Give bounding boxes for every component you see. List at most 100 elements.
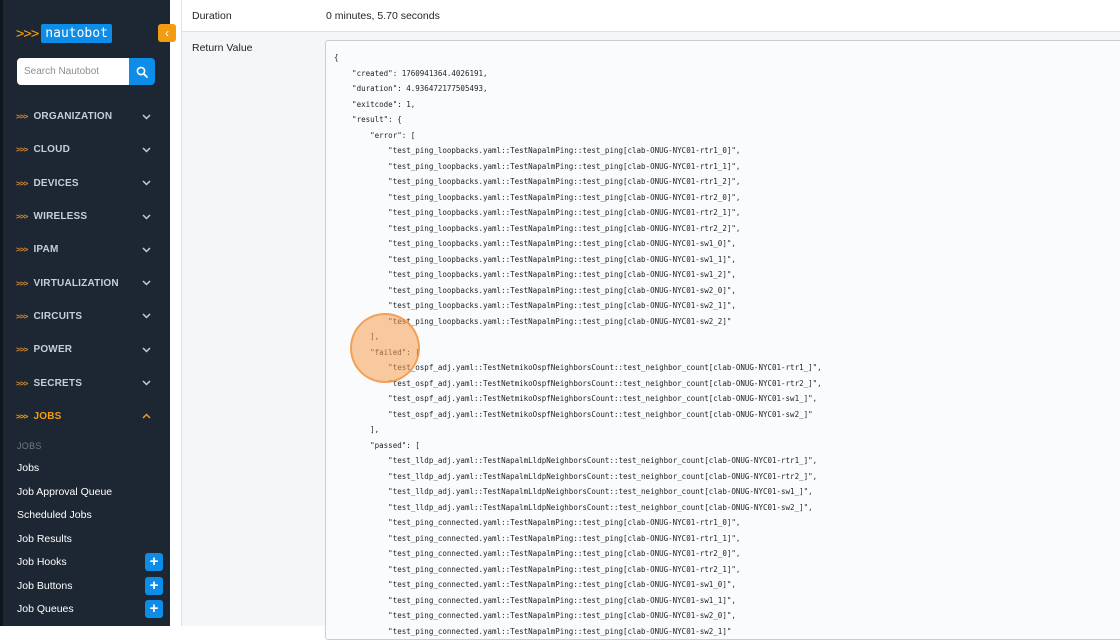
- sidebar-item-label: ORGANIZATION: [33, 111, 113, 123]
- chevron-down-icon: [140, 211, 152, 223]
- search-form: [17, 58, 155, 85]
- sidebar-item-power[interactable]: >>> POWER: [0, 333, 170, 366]
- sidebar-item-label: POWER: [33, 344, 73, 356]
- code-line: "test_ping_connected.yaml::TestNapalmPin…: [334, 580, 736, 589]
- chevron-up-icon: [140, 410, 152, 422]
- jobs-subnav-label: Job Hooks: [17, 556, 67, 568]
- sidebar-item-secrets[interactable]: >>> SECRETS: [0, 366, 170, 399]
- code-line: "passed": [: [334, 440, 420, 450]
- code-line: "test_ping_loopbacks.yaml::TestNapalmPin…: [334, 254, 736, 264]
- code-line: "test_ping_connected.yaml::TestNapalmPin…: [334, 611, 736, 620]
- code-line: "test_lldp_adj.yaml::TestNapalmLldpNeigh…: [334, 471, 818, 481]
- jobs-subnav-label: Scheduled Jobs: [17, 509, 92, 521]
- sidebar-item-label: VIRTUALIZATION: [33, 277, 119, 289]
- code-line: ],: [334, 425, 380, 434]
- sidebar-item-ipam[interactable]: >>> IPAM: [0, 233, 170, 266]
- sidebar-item-devices[interactable]: >>> DEVICES: [0, 167, 170, 200]
- sidebar-item-circuits[interactable]: >>> CIRCUITS: [0, 300, 170, 333]
- nav-prefix-icon: >>>: [16, 178, 28, 188]
- code-line: "test_ping_loopbacks.yaml::TestNapalmPin…: [334, 146, 741, 155]
- code-line: "duration": 4.936472177505493,: [334, 84, 488, 93]
- code-line: "failed": [: [334, 347, 420, 357]
- jobs-subnav-item[interactable]: Job Results: [17, 530, 167, 548]
- chevron-down-icon: [140, 177, 152, 189]
- code-line: "test_ping_loopbacks.yaml::TestNapalmPin…: [334, 239, 736, 248]
- nautobot-logo[interactable]: >>> nautobot: [16, 24, 112, 43]
- sidebar-item-virtualization[interactable]: >>> VIRTUALIZATION: [0, 266, 170, 299]
- jobs-subnav-item[interactable]: Job Buttons +: [17, 577, 167, 595]
- sidebar-item-label: SECRETS: [33, 377, 83, 389]
- chevron-down-icon: [140, 111, 152, 123]
- code-line: "test_ping_loopbacks.yaml::TestNapalmPin…: [334, 301, 736, 310]
- chevron-down-icon: [140, 144, 152, 156]
- add-icon[interactable]: +: [145, 600, 163, 618]
- sidebar-item-label: CLOUD: [33, 144, 71, 156]
- code-line: "test_ospf_adj.yaml::TestNetmikoOspfNeig…: [334, 378, 822, 388]
- nav-prefix-icon: >>>: [16, 345, 28, 355]
- sidebar-item-label: CIRCUITS: [33, 310, 83, 322]
- duration-label: Duration: [192, 10, 232, 22]
- nav-prefix-icon: >>>: [16, 411, 28, 421]
- code-line: "test_ping_loopbacks.yaml::TestNapalmPin…: [334, 161, 741, 171]
- code-line: "test_ospf_adj.yaml::TestNetmikoOspfNeig…: [334, 394, 818, 403]
- code-line: "test_ping_loopbacks.yaml::TestNapalmPin…: [334, 192, 741, 202]
- sidebar-item-label: DEVICES: [33, 177, 79, 189]
- chevron-down-icon: [140, 377, 152, 389]
- code-line: "exitcode": 1,: [334, 99, 416, 109]
- code-line: ],: [334, 332, 380, 341]
- sidebar-item-jobs[interactable]: >>> JOBS: [0, 400, 170, 433]
- return-value-label: Return Value: [192, 42, 253, 54]
- sidebar-item-cloud[interactable]: >>> CLOUD: [0, 133, 170, 166]
- code-line: "test_ping_loopbacks.yaml::TestNapalmPin…: [334, 208, 741, 217]
- return-value-code-block[interactable]: { "created": 1760941364.4026191, "durati…: [325, 40, 1120, 640]
- job-result-detail: Duration 0 minutes, 5.70 seconds Return …: [181, 0, 1120, 640]
- jobs-subnav-item[interactable]: Jobs: [17, 459, 167, 477]
- sidebar-item-organization[interactable]: >>> ORGANIZATION: [0, 100, 170, 133]
- code-line: "test_lldp_adj.yaml::TestNapalmLldpNeigh…: [334, 456, 818, 465]
- code-line: "test_ping_loopbacks.yaml::TestNapalmPin…: [334, 316, 732, 326]
- code-line: "test_ospf_adj.yaml::TestNetmikoOspfNeig…: [334, 409, 813, 419]
- code-line: "test_ping_loopbacks.yaml::TestNapalmPin…: [334, 270, 736, 279]
- search-input[interactable]: [17, 58, 129, 85]
- sidebar-item-wireless[interactable]: >>> WIRELESS: [0, 200, 170, 233]
- jobs-subnav-label: Job Approval Queue: [17, 486, 113, 498]
- sidebar-item-label: IPAM: [33, 244, 59, 256]
- chevron-down-icon: [140, 310, 152, 322]
- chevron-left-icon: ‹: [165, 26, 169, 40]
- code-line: "test_ping_loopbacks.yaml::TestNapalmPin…: [334, 223, 741, 233]
- code-line: "test_ping_connected.yaml::TestNapalmPin…: [334, 533, 741, 543]
- logo-wordmark: nautobot: [41, 24, 112, 43]
- jobs-subnav-item[interactable]: Scheduled Jobs: [17, 506, 167, 524]
- nav-prefix-icon: >>>: [16, 278, 28, 288]
- sidebar-nav: >>> ORGANIZATION >>> CLOUD >>> DEVICES >>> WIRE…: [0, 100, 170, 433]
- sidebar-item-label: JOBS: [33, 410, 62, 422]
- jobs-subnav-item[interactable]: Job Queues +: [17, 600, 167, 618]
- code-line: {: [334, 53, 339, 62]
- sidebar-collapse-button[interactable]: ‹: [158, 24, 176, 42]
- nav-prefix-icon: >>>: [16, 212, 28, 222]
- code-line: "test_ospf_adj.yaml::TestNetmikoOspfNeig…: [334, 363, 822, 372]
- duration-value: 0 minutes, 5.70 seconds: [326, 10, 440, 22]
- code-line: "test_ping_loopbacks.yaml::TestNapalmPin…: [334, 177, 741, 186]
- search-button[interactable]: [129, 58, 155, 85]
- jobs-subnav-item[interactable]: Job Hooks +: [17, 553, 167, 571]
- code-line: "test_ping_connected.yaml::TestNapalmPin…: [334, 595, 736, 605]
- add-icon[interactable]: +: [145, 553, 163, 571]
- jobs-subnav-label: Job Buttons: [17, 580, 73, 592]
- chevron-down-icon: [140, 277, 152, 289]
- nav-prefix-icon: >>>: [16, 112, 28, 122]
- code-line: "test_ping_loopbacks.yaml::TestNapalmPin…: [334, 285, 736, 295]
- nav-prefix-icon: >>>: [16, 311, 28, 321]
- code-line: "error": [: [334, 130, 416, 140]
- search-icon: [136, 66, 148, 78]
- json-content: { "created": 1760941364.4026191, "durati…: [334, 50, 822, 639]
- jobs-subnav-label: Job Results: [17, 533, 72, 545]
- code-line: "test_ping_connected.yaml::TestNapalmPin…: [334, 549, 741, 558]
- chevron-down-icon: [140, 344, 152, 356]
- nav-prefix-icon: >>>: [16, 245, 28, 255]
- logo-chevrons: >>>: [16, 25, 39, 42]
- code-line: "test_ping_connected.yaml::TestNapalmPin…: [334, 564, 741, 574]
- add-icon[interactable]: +: [145, 577, 163, 595]
- jobs-subnav-item[interactable]: Job Approval Queue: [17, 483, 167, 501]
- nav-prefix-icon: >>>: [16, 378, 28, 388]
